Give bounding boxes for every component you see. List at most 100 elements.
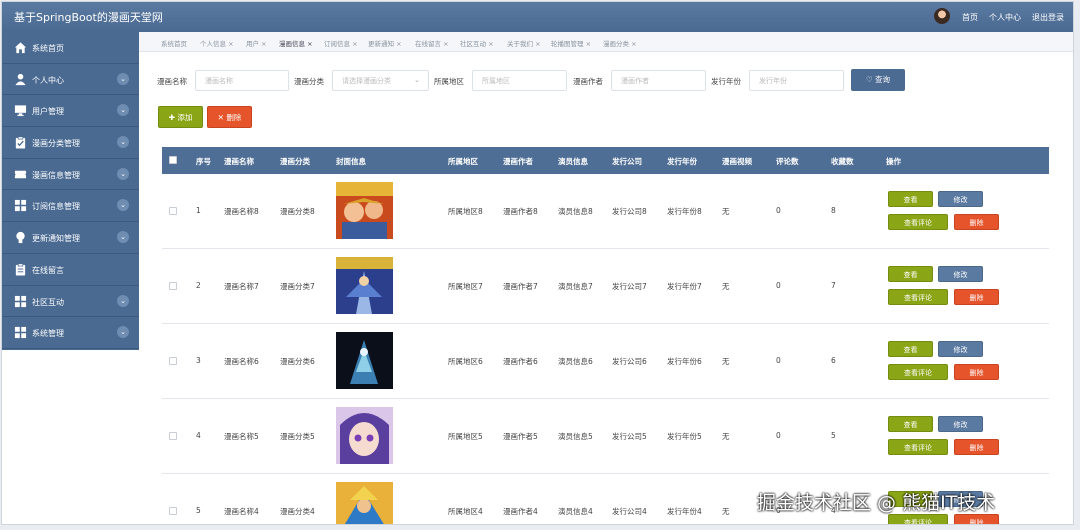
sidebar-item-label: 用户管理 — [32, 107, 64, 117]
tab[interactable]: 个人信息 × — [200, 38, 234, 48]
edit-button[interactable]: 修改 — [938, 341, 983, 357]
row-checkbox[interactable] — [169, 207, 177, 215]
sidebar-item[interactable]: 漫画信息管理 ⌄ — [2, 159, 139, 191]
sidebar-item[interactable]: 漫画分类管理 ⌄ — [2, 127, 139, 159]
chevron-down-icon[interactable]: ⌄ — [117, 326, 129, 339]
edit-button[interactable]: 修改 — [938, 191, 983, 207]
region-placeholder: 所属地区 — [482, 77, 510, 85]
column-header: 漫画名称 — [224, 157, 254, 166]
sidebar-item-label: 社区互动 — [32, 297, 64, 307]
row-checkbox[interactable] — [169, 507, 177, 515]
chevron-down-icon: ⌄ — [414, 76, 420, 84]
tab[interactable]: 轮播图管理 × — [551, 38, 591, 48]
row-delete-button[interactable]: 删除 — [954, 514, 999, 524]
tab[interactable]: 订阅信息 × — [324, 38, 358, 48]
top-bar: 基于SpringBoot的漫画天堂网 首页 个人中心 退出登录 — [2, 2, 1073, 32]
user-icon — [14, 73, 27, 86]
row-checkbox[interactable] — [169, 432, 177, 440]
row-delete-button[interactable]: 删除 — [954, 289, 999, 305]
row-delete-button[interactable]: 删除 — [954, 214, 999, 230]
sidebar-item[interactable]: 系统管理 ⌄ — [2, 317, 139, 349]
view-button[interactable]: 查看 — [888, 266, 933, 282]
cell-index: 3 — [196, 356, 201, 365]
tab[interactable]: 系统首页 — [161, 38, 187, 48]
chevron-down-icon[interactable]: ⌄ — [117, 294, 129, 307]
nav-logout-link[interactable]: 退出登录 — [1032, 12, 1064, 23]
tab[interactable]: 社区互动 × — [460, 38, 494, 48]
cell-year: 发行年份5 — [667, 432, 702, 441]
row-delete-button[interactable]: 删除 — [954, 439, 999, 455]
sidebar-item[interactable]: 社区互动 ⌄ — [2, 286, 139, 318]
nav-profile-link[interactable]: 个人中心 — [989, 12, 1021, 23]
cell-name: 漫画名称8 — [224, 207, 259, 216]
grid-icon — [14, 295, 27, 308]
edit-button[interactable]: 修改 — [938, 266, 983, 282]
sidebar-item[interactable]: 个人中心 ⌄ — [2, 64, 139, 96]
sidebar-item[interactable]: 更新通知管理 ⌄ — [2, 222, 139, 254]
view-button[interactable]: 查看 — [888, 191, 933, 207]
select-all-checkbox[interactable] — [169, 156, 177, 164]
sidebar-item-label: 漫画信息管理 — [32, 170, 80, 180]
cover-image — [336, 182, 393, 239]
delete-button[interactable]: ✕ 删除 — [207, 106, 252, 128]
view-comments-button[interactable]: 查看评论 — [888, 439, 948, 455]
add-button[interactable]: ✚ 添加 — [158, 106, 203, 128]
cell-index: 4 — [196, 431, 201, 440]
chevron-down-icon[interactable]: ⌄ — [117, 104, 129, 117]
tab[interactable]: 更新通知 × — [368, 38, 402, 48]
edit-button[interactable]: 修改 — [938, 416, 983, 432]
table-row: 2 漫画名称7 漫画分类7 所属地区7 漫画作者7 演员信息7 发行公司7 发行年份7 无 0 7 查… — [162, 249, 1049, 324]
region-input[interactable]: 所属地区 — [472, 70, 567, 91]
sidebar-item-label: 漫画分类管理 — [32, 139, 80, 149]
cell-year: 发行年份6 — [667, 357, 702, 366]
tab[interactable]: 在线留言 × — [415, 38, 449, 48]
tab[interactable]: 关于我们 × — [507, 38, 541, 48]
cell-category: 漫画分类8 — [280, 207, 315, 216]
row-checkbox[interactable] — [169, 282, 177, 290]
ticket-icon — [14, 168, 27, 181]
view-comments-button[interactable]: 查看评论 — [888, 289, 948, 305]
sidebar-item[interactable]: 订阅信息管理 ⌄ — [2, 190, 139, 223]
cell-author: 漫画作者6 — [503, 357, 538, 366]
avatar[interactable] — [934, 8, 950, 24]
tab[interactable]: 漫画信息 × — [279, 38, 313, 48]
category-select[interactable]: 请选择漫画分类 ⌄ — [332, 70, 429, 91]
chevron-down-icon[interactable]: ⌄ — [117, 167, 129, 180]
cell-actors: 演员信息7 — [558, 282, 593, 291]
view-comments-button[interactable]: 查看评论 — [888, 514, 948, 524]
tab[interactable]: 漫画分类 × — [603, 38, 637, 48]
cell-name: 漫画名称6 — [224, 357, 259, 366]
add-label: 添加 — [177, 113, 193, 122]
author-input[interactable]: 漫画作者 — [611, 70, 706, 91]
sidebar-item[interactable]: 用户管理 ⌄ — [2, 95, 139, 128]
query-button[interactable]: ♡ 查询 — [851, 69, 905, 91]
year-input[interactable]: 发行年份 — [749, 70, 844, 91]
name-input[interactable]: 漫画名称 — [195, 70, 289, 91]
cell-name: 漫画名称4 — [224, 507, 259, 516]
view-button[interactable]: 查看 — [888, 341, 933, 357]
monitor-icon — [14, 104, 27, 117]
nav-home-link[interactable]: 首页 — [962, 12, 978, 23]
grid-icon — [14, 199, 27, 212]
chevron-down-icon[interactable]: ⌄ — [117, 72, 129, 85]
sidebar-item-label: 更新通知管理 — [32, 234, 80, 244]
sidebar-item[interactable]: 系统首页 — [2, 32, 139, 64]
chevron-down-icon[interactable]: ⌄ — [117, 231, 129, 244]
category-label: 漫画分类 — [294, 77, 324, 86]
column-header: 操作 — [886, 157, 901, 166]
view-comments-button[interactable]: 查看评论 — [888, 214, 948, 230]
name-label: 漫画名称 — [157, 77, 187, 86]
chevron-down-icon[interactable]: ⌄ — [117, 136, 129, 149]
row-delete-button[interactable]: 删除 — [954, 364, 999, 380]
cover-image — [336, 482, 393, 524]
chevron-down-icon[interactable]: ⌄ — [117, 199, 129, 212]
sidebar-item[interactable]: 在线留言 — [2, 254, 139, 286]
sidebar-item-label: 系统首页 — [32, 44, 64, 53]
row-checkbox[interactable] — [169, 357, 177, 365]
view-button[interactable]: 查看 — [888, 416, 933, 432]
view-comments-button[interactable]: 查看评论 — [888, 364, 948, 380]
column-header: 漫画分类 — [280, 157, 310, 166]
table-row: 1 漫画名称8 漫画分类8 所属地区8 漫画作者8 演员信息8 发行公司8 发行年份8 无 0 8 查… — [162, 174, 1049, 249]
cell-name: 漫画名称7 — [224, 282, 259, 291]
tab[interactable]: 用户 × — [246, 38, 267, 48]
